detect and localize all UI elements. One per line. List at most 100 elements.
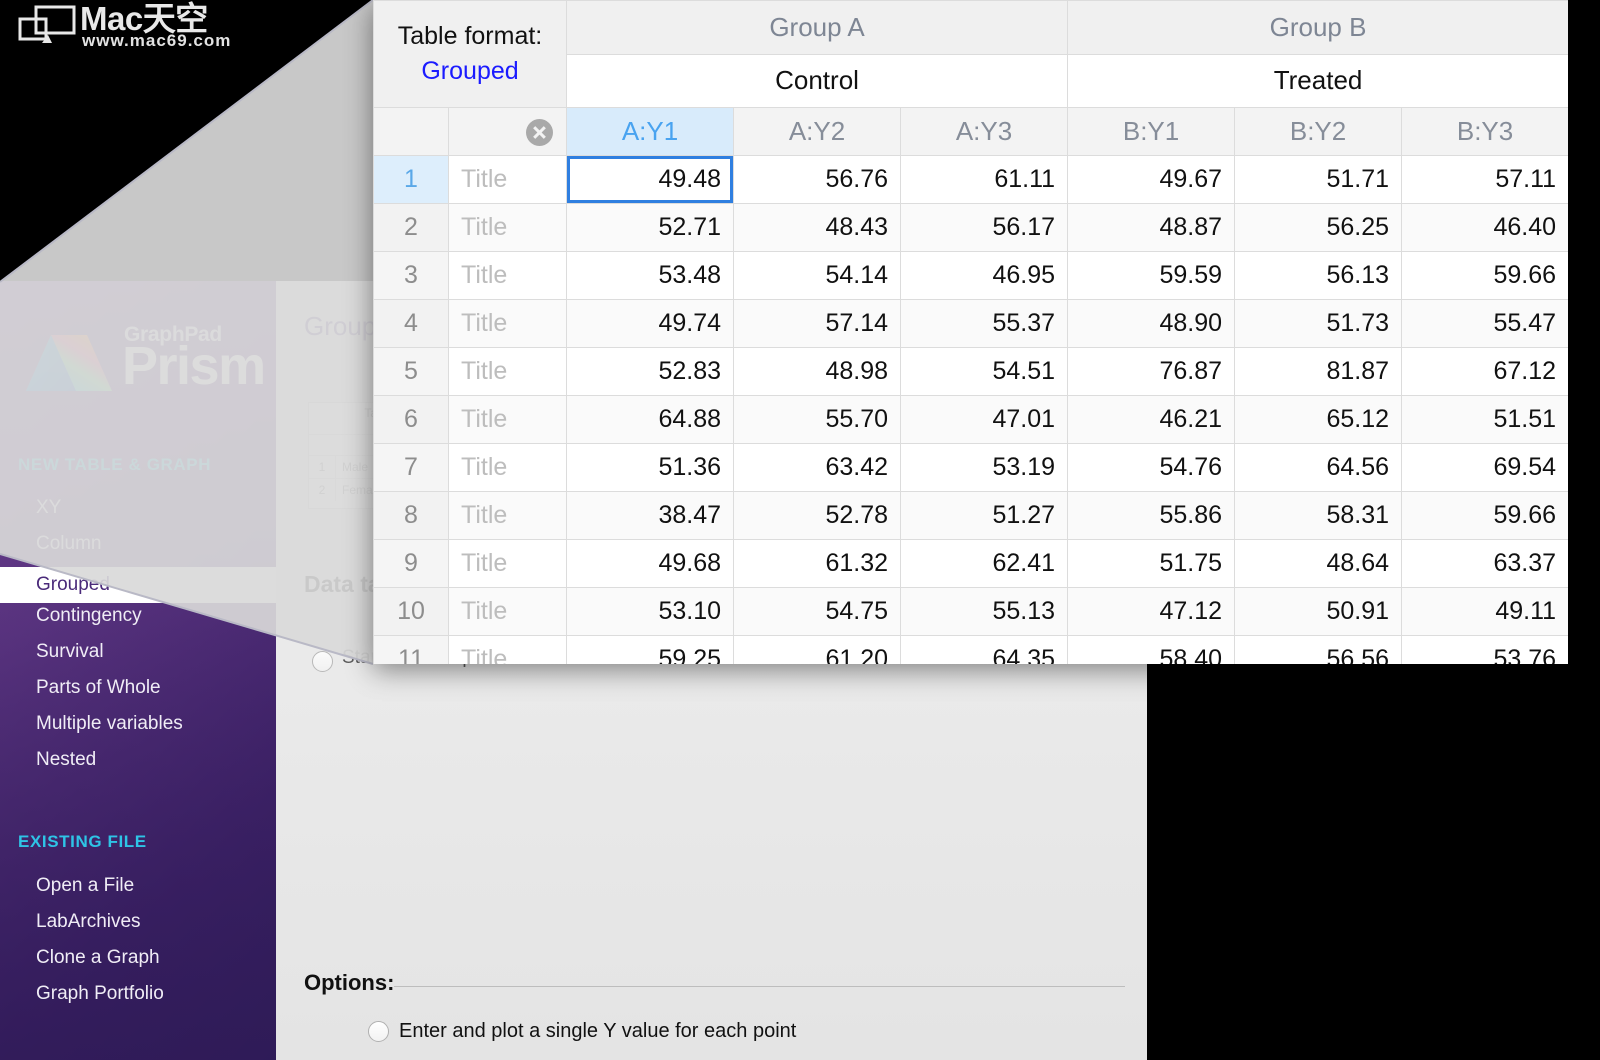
cell-b-y2[interactable]: 58.31: [1234, 491, 1403, 540]
row-number[interactable]: 10: [373, 587, 449, 636]
cell-b-y2[interactable]: 64.56: [1234, 443, 1403, 492]
column-header-a-y3[interactable]: A:Y3: [900, 107, 1069, 156]
table-format-value[interactable]: Grouped: [374, 57, 566, 86]
cell-a-y2[interactable]: 61.20: [733, 635, 902, 664]
cell-a-y1[interactable]: 64.88: [566, 395, 735, 444]
cell-b-y1[interactable]: 59.59: [1067, 251, 1236, 300]
cell-a-y1[interactable]: 49.74: [566, 299, 735, 348]
cell-b-y3[interactable]: 46.40: [1401, 203, 1568, 252]
cell-b-y2[interactable]: 51.71: [1234, 155, 1403, 204]
cell-b-y3[interactable]: 67.12: [1401, 347, 1568, 396]
cell-b-y3[interactable]: 59.66: [1401, 491, 1568, 540]
cell-b-y2[interactable]: 65.12: [1234, 395, 1403, 444]
cell-a-y3[interactable]: 55.37: [900, 299, 1069, 348]
cell-b-y1[interactable]: 48.87: [1067, 203, 1236, 252]
cell-b-y3[interactable]: 49.11: [1401, 587, 1568, 636]
clear-circle-icon[interactable]: [526, 118, 554, 146]
cell-a-y1[interactable]: 49.48: [566, 155, 735, 204]
cell-b-y1[interactable]: 55.86: [1067, 491, 1236, 540]
cell-a-y2[interactable]: 54.14: [733, 251, 902, 300]
row-title[interactable]: Title: [447, 251, 568, 300]
cell-b-y1[interactable]: 47.12: [1067, 587, 1236, 636]
cell-b-y2[interactable]: 56.56: [1234, 635, 1403, 664]
cell-a-y1[interactable]: 59.25: [566, 635, 735, 664]
row-number[interactable]: 4: [373, 299, 449, 348]
cell-a-y1[interactable]: 51.36: [566, 443, 735, 492]
cell-b-y1[interactable]: 48.90: [1067, 299, 1236, 348]
column-header-a-y2[interactable]: A:Y2: [733, 107, 902, 156]
row-title[interactable]: Title: [447, 347, 568, 396]
row-title[interactable]: Title: [447, 491, 568, 540]
cell-b-y1[interactable]: 76.87: [1067, 347, 1236, 396]
row-number[interactable]: 6: [373, 395, 449, 444]
cell-b-y3[interactable]: 51.51: [1401, 395, 1568, 444]
cell-a-y3[interactable]: 51.27: [900, 491, 1069, 540]
cell-b-y3[interactable]: 55.47: [1401, 299, 1568, 348]
cell-a-y3[interactable]: 46.95: [900, 251, 1069, 300]
group-header-b[interactable]: Group B: [1067, 0, 1568, 55]
cell-b-y2[interactable]: 51.73: [1234, 299, 1403, 348]
row-number[interactable]: 8: [373, 491, 449, 540]
row-number[interactable]: 2: [373, 203, 449, 252]
cell-b-y2[interactable]: 56.13: [1234, 251, 1403, 300]
cell-b-y2[interactable]: 50.91: [1234, 587, 1403, 636]
cell-a-y3[interactable]: 53.19: [900, 443, 1069, 492]
row-number[interactable]: 3: [373, 251, 449, 300]
cell-b-y3[interactable]: 53.76: [1401, 635, 1568, 664]
cell-a-y1[interactable]: 49.68: [566, 539, 735, 588]
cell-a-y1[interactable]: 52.83: [566, 347, 735, 396]
row-title[interactable]: Title: [447, 539, 568, 588]
group-subtitle-b[interactable]: Treated: [1067, 53, 1568, 108]
cell-a-y2[interactable]: 48.43: [733, 203, 902, 252]
cell-a-y3[interactable]: 54.51: [900, 347, 1069, 396]
row-title[interactable]: Title: [447, 155, 568, 204]
cell-a-y3[interactable]: 56.17: [900, 203, 1069, 252]
group-header-a[interactable]: Group A: [566, 0, 1069, 55]
cell-b-y2[interactable]: 48.64: [1234, 539, 1403, 588]
row-title[interactable]: Title: [447, 395, 568, 444]
row-title[interactable]: Title: [447, 443, 568, 492]
group-subtitle-a[interactable]: Control: [566, 53, 1069, 108]
cell-a-y2[interactable]: 57.14: [733, 299, 902, 348]
row-number[interactable]: 11: [373, 635, 449, 664]
cell-a-y3[interactable]: 55.13: [900, 587, 1069, 636]
cell-a-y1[interactable]: 53.48: [566, 251, 735, 300]
cell-b-y1[interactable]: 46.21: [1067, 395, 1236, 444]
row-number[interactable]: 1: [373, 155, 449, 204]
cell-a-y3[interactable]: 61.11: [900, 155, 1069, 204]
cell-b-y1[interactable]: 54.76: [1067, 443, 1236, 492]
cell-a-y2[interactable]: 61.32: [733, 539, 902, 588]
cell-a-y2[interactable]: 54.75: [733, 587, 902, 636]
cell-a-y2[interactable]: 52.78: [733, 491, 902, 540]
cell-b-y1[interactable]: 51.75: [1067, 539, 1236, 588]
cell-a-y1[interactable]: 52.71: [566, 203, 735, 252]
cell-a-y3[interactable]: 62.41: [900, 539, 1069, 588]
column-header-a-y1[interactable]: A:Y1: [566, 107, 735, 156]
row-title[interactable]: Title: [447, 635, 568, 664]
cell-a-y2[interactable]: 55.70: [733, 395, 902, 444]
table-format-cell[interactable]: Table format: Grouped: [373, 0, 568, 108]
cell-a-y2[interactable]: 63.42: [733, 443, 902, 492]
cell-b-y3[interactable]: 69.54: [1401, 443, 1568, 492]
cell-b-y3[interactable]: 57.11: [1401, 155, 1568, 204]
clear-column-cell[interactable]: [447, 107, 568, 156]
cell-a-y1[interactable]: 53.10: [566, 587, 735, 636]
cell-b-y1[interactable]: 58.40: [1067, 635, 1236, 664]
column-header-b-y3[interactable]: B:Y3: [1401, 107, 1568, 156]
cell-b-y1[interactable]: 49.67: [1067, 155, 1236, 204]
row-number[interactable]: 7: [373, 443, 449, 492]
cell-b-y3[interactable]: 59.66: [1401, 251, 1568, 300]
cell-a-y3[interactable]: 47.01: [900, 395, 1069, 444]
row-number[interactable]: 5: [373, 347, 449, 396]
cell-a-y2[interactable]: 48.98: [733, 347, 902, 396]
row-title[interactable]: Title: [447, 587, 568, 636]
cell-b-y3[interactable]: 63.37: [1401, 539, 1568, 588]
row-title[interactable]: Title: [447, 203, 568, 252]
cell-b-y2[interactable]: 81.87: [1234, 347, 1403, 396]
cell-a-y2[interactable]: 56.76: [733, 155, 902, 204]
row-title[interactable]: Title: [447, 299, 568, 348]
column-header-b-y1[interactable]: B:Y1: [1067, 107, 1236, 156]
row-number[interactable]: 9: [373, 539, 449, 588]
cell-a-y3[interactable]: 64.35: [900, 635, 1069, 664]
column-header-b-y2[interactable]: B:Y2: [1234, 107, 1403, 156]
